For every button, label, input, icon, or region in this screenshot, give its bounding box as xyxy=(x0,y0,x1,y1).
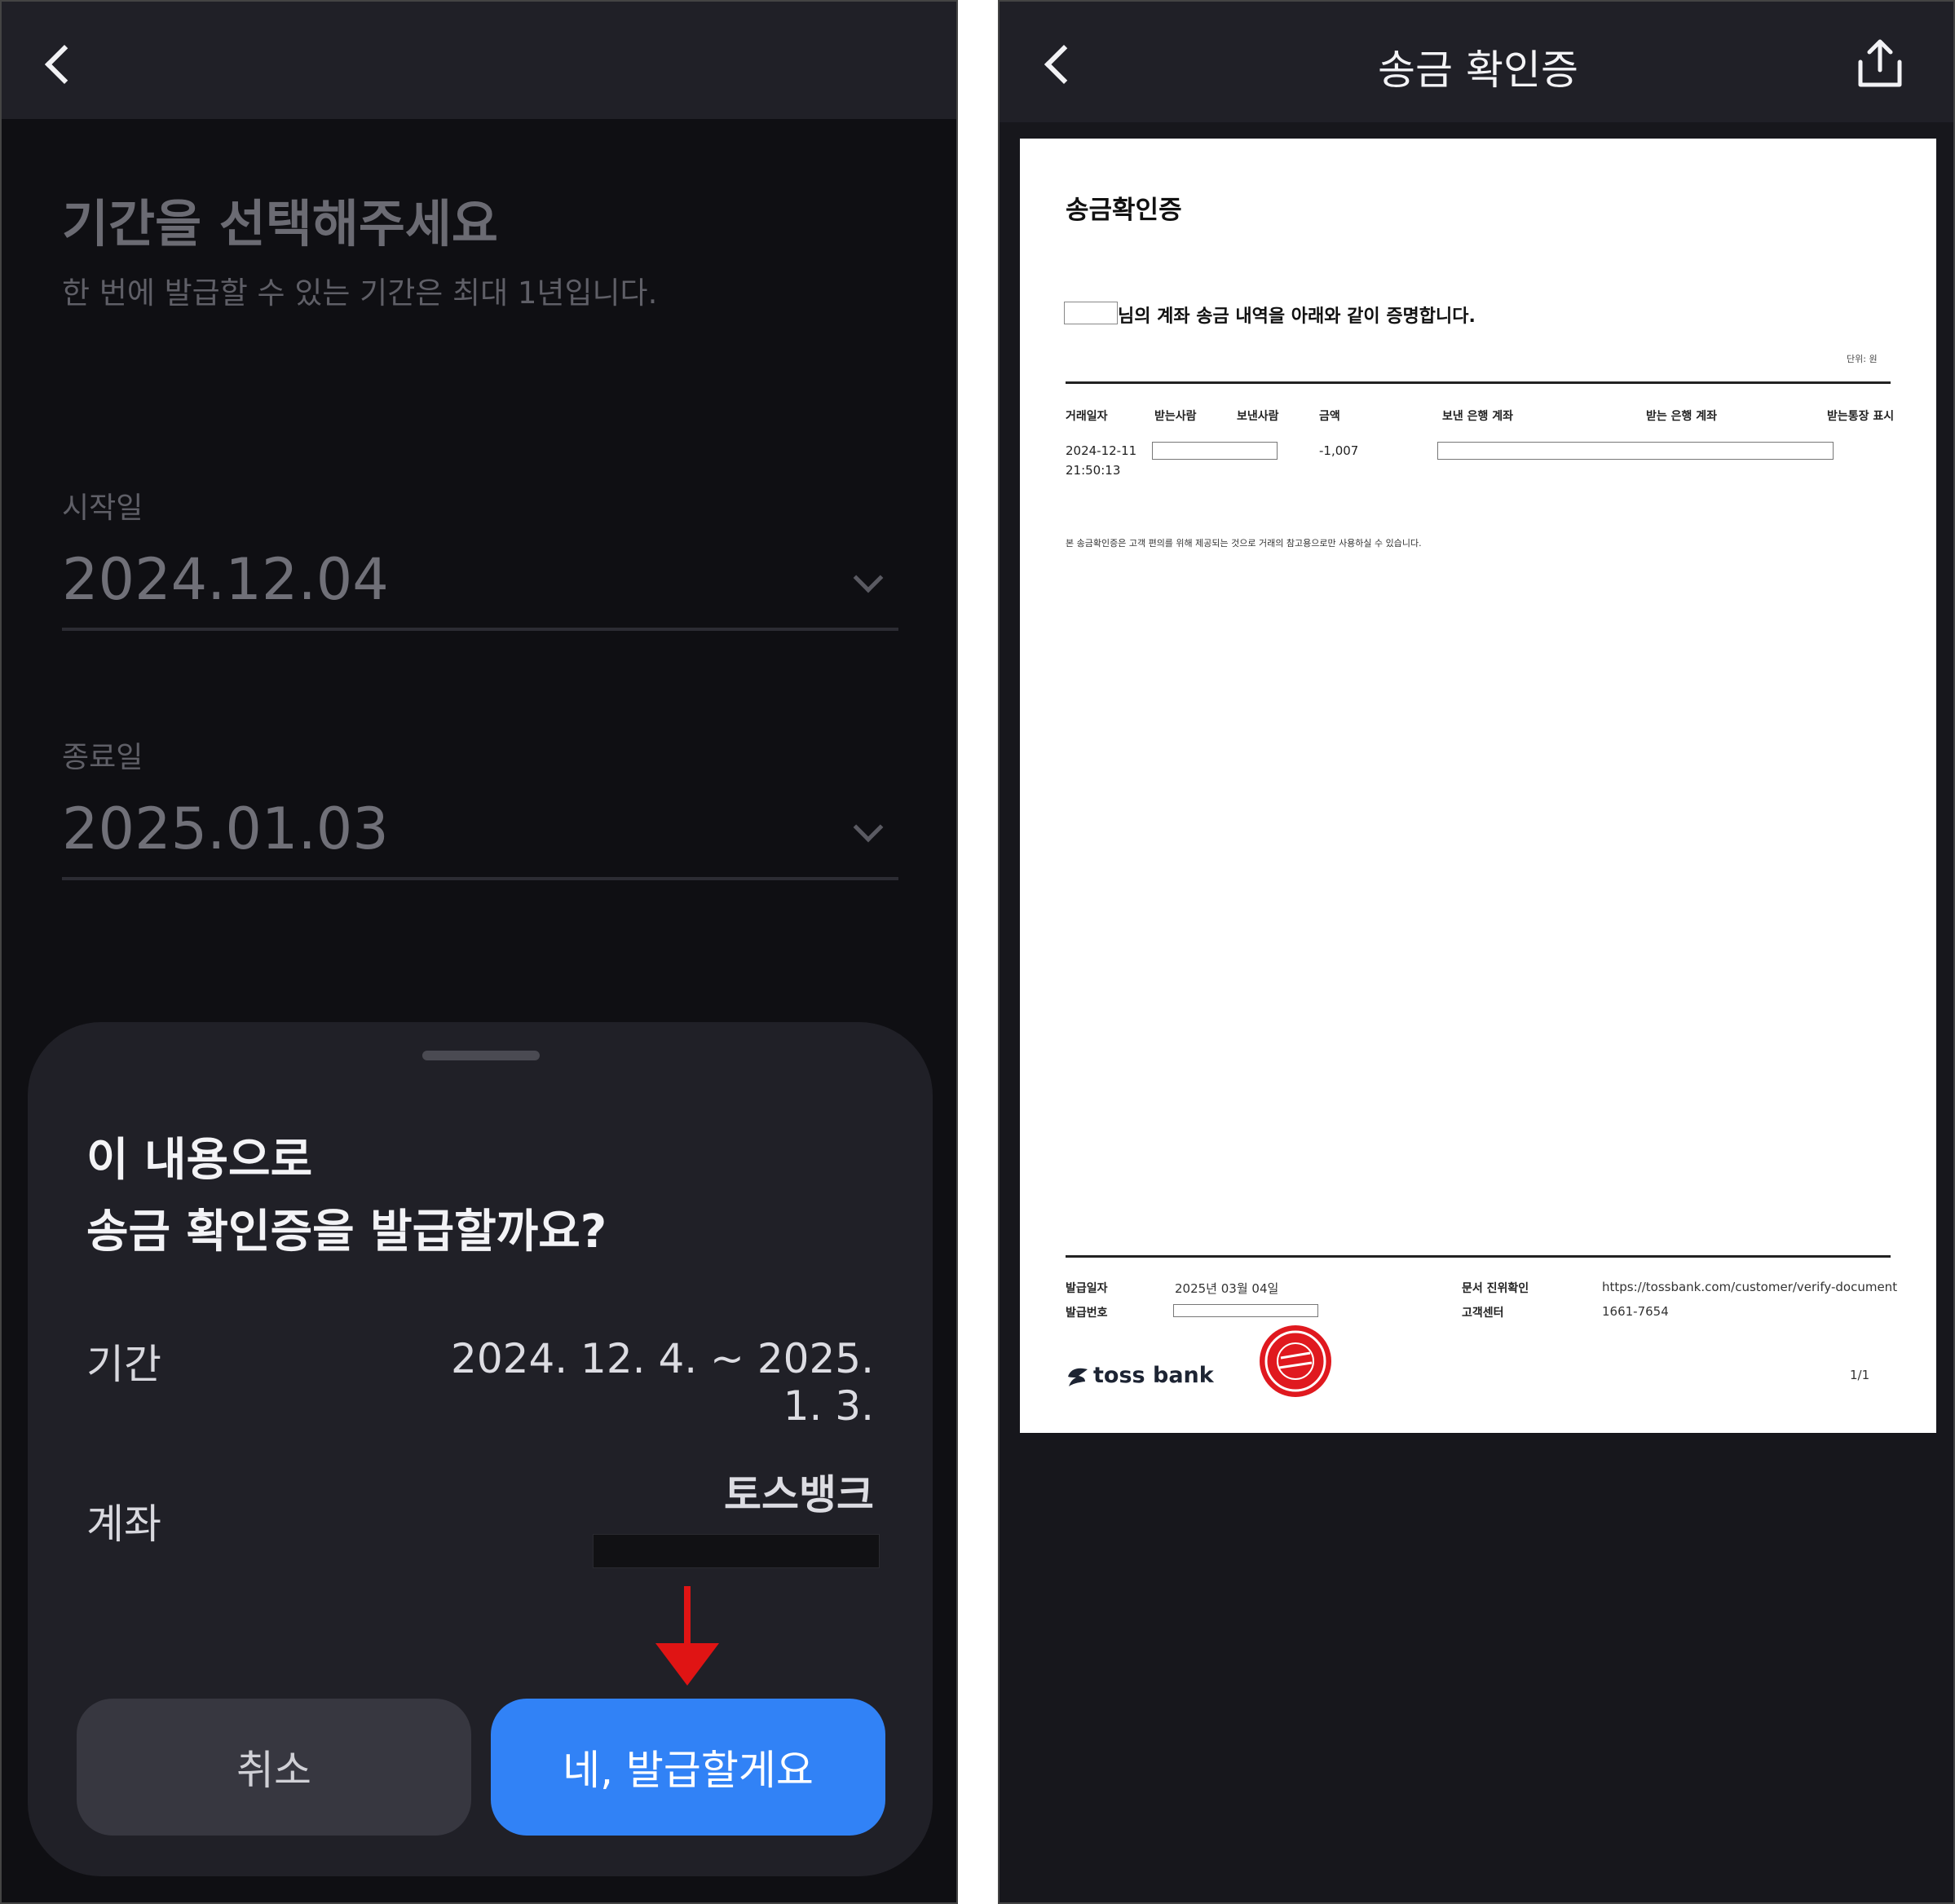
page-subtitle: 한 번에 발급할 수 있는 기간은 최대 1년입니다. xyxy=(62,275,658,311)
stamp-icon xyxy=(1260,1325,1331,1397)
page-title: 기간을 선택해주세요 xyxy=(62,194,498,253)
column-header-recv-account: 받는 은행 계좌 xyxy=(1646,410,1718,423)
row-amount: -1,007 xyxy=(1319,443,1359,458)
toss-logo-icon xyxy=(1068,1368,1088,1386)
page-title: 송금 확인증 xyxy=(1378,46,1578,94)
arrow-down-icon-head xyxy=(655,1643,719,1686)
account-bank: 토스뱅크 xyxy=(724,1471,874,1518)
certificate-document: 송금확인증 님의 계좌 송금 내역을 아래와 같이 증명합니다. 단위: 원 거… xyxy=(1020,139,1936,1433)
column-header-amount: 금액 xyxy=(1319,410,1340,423)
end-date-label: 종료일 xyxy=(62,741,143,774)
share-icon[interactable] xyxy=(1856,37,1904,90)
name-redacted xyxy=(1064,302,1118,324)
column-header-recv-display: 받는통장 표시 xyxy=(1827,410,1895,423)
customer-center-label: 고객센터 xyxy=(1462,1307,1504,1320)
sheet-title: 이 내용으로 송금 확인증을 발급할까요? xyxy=(86,1125,607,1268)
left-screen: 기간을 선택해주세요 한 번에 발급할 수 있는 기간은 최대 1년입니다. 시… xyxy=(0,0,958,1904)
receiver-redacted xyxy=(1152,442,1278,460)
issue-number-label: 발급번호 xyxy=(1066,1307,1108,1320)
cancel-button[interactable]: 취소 xyxy=(77,1699,471,1836)
confirm-issue-button[interactable]: 네, 발급할게요 xyxy=(491,1699,885,1836)
unit-label: 단위: 원 xyxy=(1847,354,1878,364)
account-number-redacted xyxy=(593,1534,880,1568)
toss-bank-logo: toss bank xyxy=(1066,1363,1214,1388)
column-header-send-account: 보낸 은행 계좌 xyxy=(1442,410,1514,423)
sheet-drag-handle[interactable] xyxy=(422,1051,540,1060)
sheet-title-line2: 송금 확인증을 발급할까요? xyxy=(86,1205,607,1258)
accounts-redacted xyxy=(1437,442,1834,460)
account-label: 계좌 xyxy=(86,1501,161,1548)
period-value: 2024. 12. 4. ~ 2025. 1. 3. xyxy=(451,1335,874,1430)
row-date: 2024-12-11 xyxy=(1066,443,1137,458)
row-time: 21:50:13 xyxy=(1066,463,1121,478)
column-header-sender: 보낸사람 xyxy=(1237,410,1279,423)
sheet-title-line1: 이 내용으로 xyxy=(86,1134,313,1187)
divider xyxy=(62,877,898,880)
column-header-date: 거래일자 xyxy=(1066,410,1108,423)
start-date-label: 시작일 xyxy=(62,491,143,525)
document-notice: 본 송금확인증은 고객 편의를 위해 제공되는 것으로 거래의 참고용으로만 사… xyxy=(1066,538,1422,549)
page-number: 1/1 xyxy=(1850,1368,1870,1382)
end-date-field[interactable]: 2025.01.03 xyxy=(62,796,389,862)
verify-url: https://tossbank.com/customer/verify-doc… xyxy=(1602,1280,1898,1294)
divider xyxy=(1066,1255,1891,1258)
start-date-field[interactable]: 2024.12.04 xyxy=(62,546,389,613)
right-screen: 송금 확인증 송금확인증 님의 계좌 송금 내역을 아래와 같이 증명합니다. … xyxy=(998,0,1955,1904)
column-header-receiver: 받는사람 xyxy=(1154,410,1197,423)
top-bar xyxy=(2,2,956,119)
issue-date-label: 발급일자 xyxy=(1066,1282,1108,1295)
arrow-down-icon xyxy=(684,1586,691,1648)
issue-date-value: 2025년 03월 04일 xyxy=(1175,1281,1279,1296)
verify-label: 문서 진위확인 xyxy=(1462,1282,1529,1295)
document-title: 송금확인증 xyxy=(1066,196,1182,225)
divider xyxy=(1066,381,1891,384)
divider xyxy=(62,628,898,631)
customer-center-phone: 1661-7654 xyxy=(1602,1304,1669,1319)
period-label: 기간 xyxy=(86,1341,161,1388)
certification-text: 님의 계좌 송금 내역을 아래와 같이 증명합니다. xyxy=(1118,306,1476,327)
logo-text: toss bank xyxy=(1093,1363,1214,1388)
issue-number-redacted xyxy=(1173,1304,1318,1317)
